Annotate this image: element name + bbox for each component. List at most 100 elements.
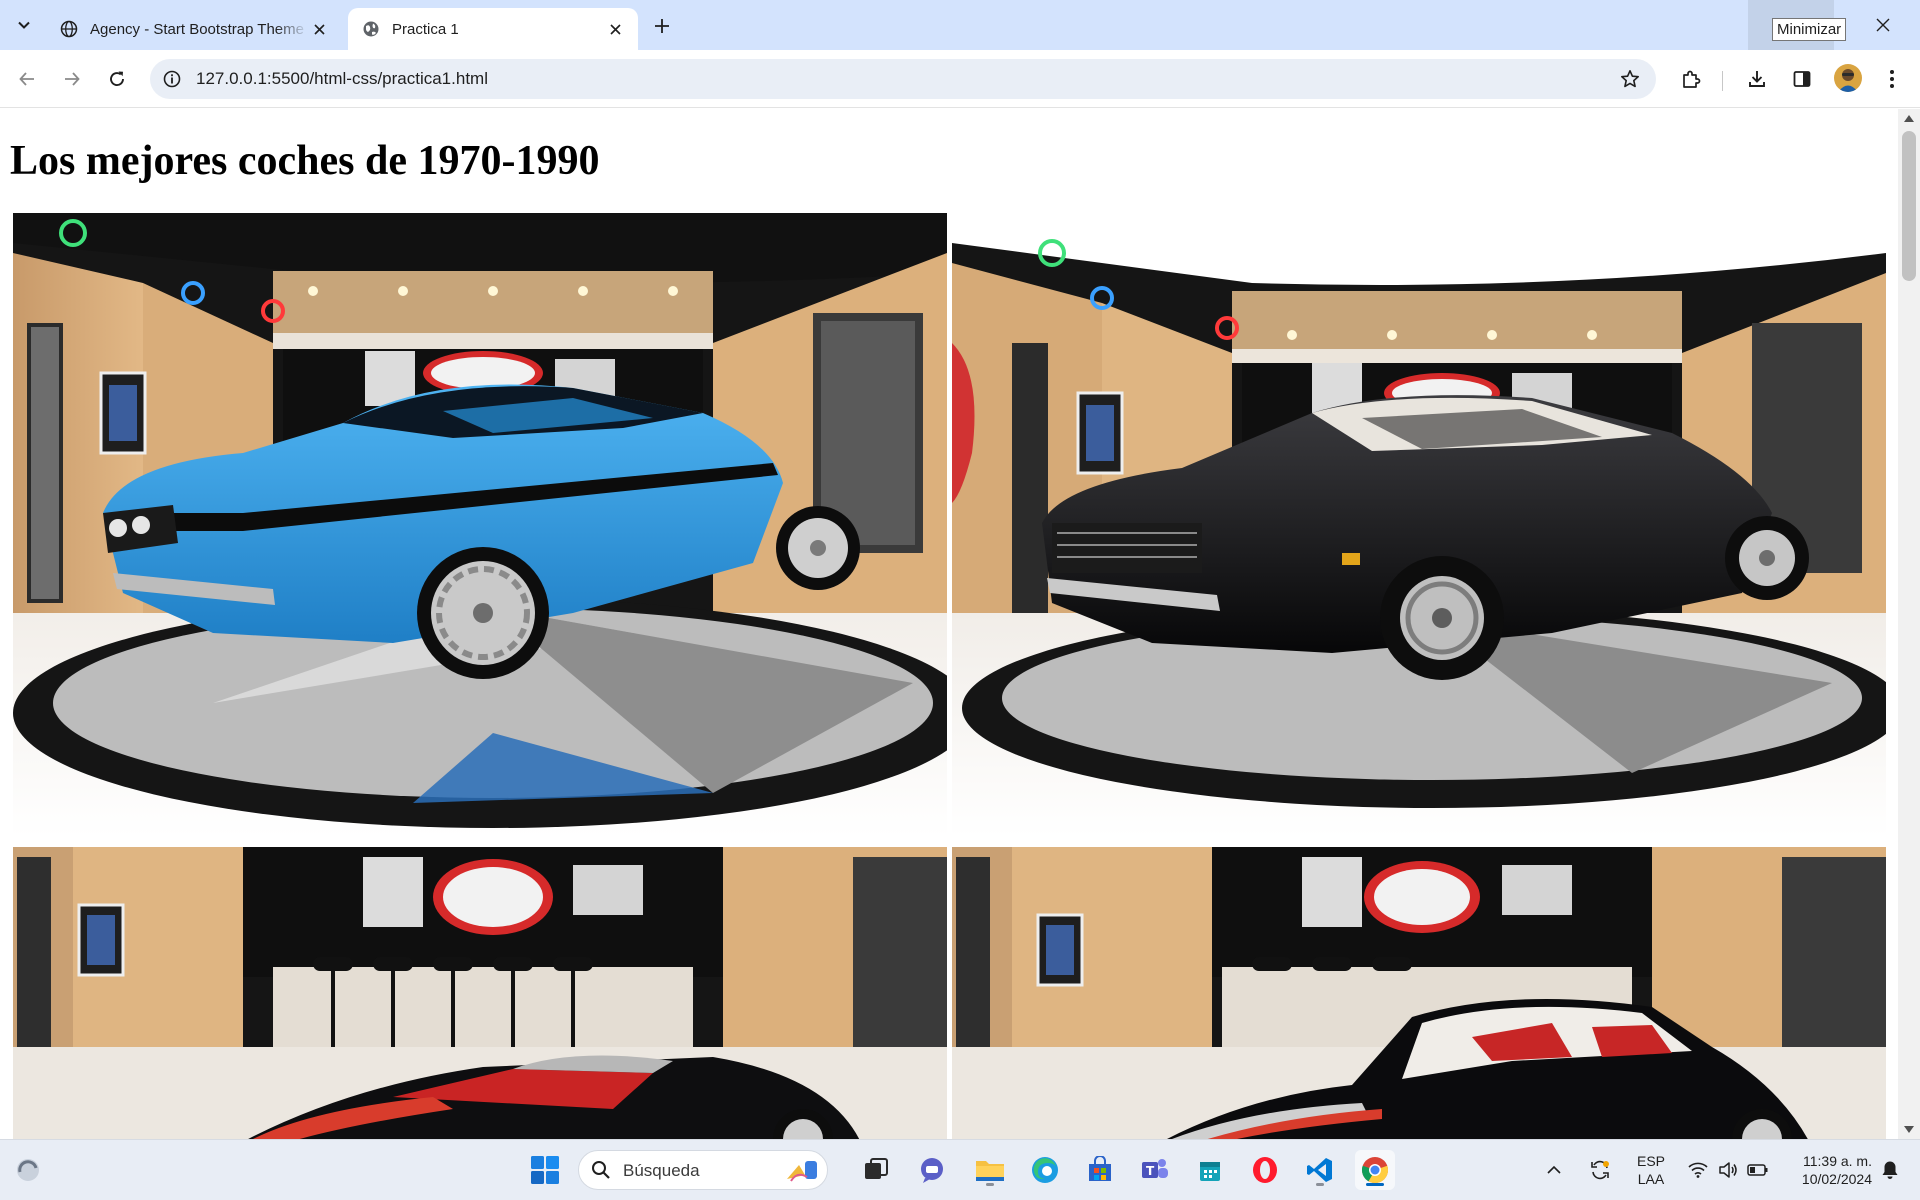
close-icon (609, 23, 621, 35)
car-photo-3-image (13, 847, 947, 1139)
car-photo-2 (952, 213, 1886, 837)
keyboard-layout: LAA (1637, 1171, 1665, 1187)
taskbar-search[interactable]: Búsqueda (578, 1150, 828, 1190)
tab-search-button[interactable] (8, 9, 40, 41)
bell-icon (1882, 1161, 1898, 1179)
input-language[interactable]: ESP LAA (1628, 1152, 1674, 1188)
info-icon (163, 70, 181, 88)
store-button[interactable] (1080, 1150, 1120, 1190)
globe-icon (60, 20, 78, 38)
search-highlight-icon (787, 1161, 817, 1182)
browser-toolbar: 127.0.0.1:5500/html-css/practica1.html (0, 50, 1920, 108)
kebab-menu-icon (1890, 70, 1894, 88)
tab-agency[interactable]: Agency - Start Bootstrap Theme (46, 8, 342, 50)
teams-icon: T (1142, 1159, 1168, 1178)
close-icon (1876, 18, 1890, 32)
downloads-button[interactable] (1739, 61, 1775, 97)
opera-button[interactable] (1245, 1150, 1285, 1190)
chevron-up-icon (1547, 1165, 1561, 1174)
vscode-button[interactable] (1300, 1150, 1340, 1190)
forward-button[interactable] (54, 61, 90, 97)
edge-button[interactable] (1025, 1150, 1065, 1190)
toolbar-divider (1722, 71, 1723, 91)
reload-button[interactable] (99, 61, 135, 97)
address-bar[interactable]: 127.0.0.1:5500/html-css/practica1.html (150, 59, 1656, 99)
edge-icon (1032, 1157, 1058, 1183)
download-icon (1749, 71, 1765, 87)
side-panel-button[interactable] (1784, 61, 1820, 97)
puzzle-icon (1683, 70, 1701, 88)
car-photo-4 (952, 847, 1886, 1139)
tab-title: Agency - Start Bootstrap Theme (90, 20, 304, 38)
running-indicator (1366, 1183, 1384, 1186)
car-photo-4-image (952, 847, 1886, 1139)
battery-icon (1747, 1164, 1768, 1176)
teams-button[interactable]: T (1135, 1150, 1175, 1190)
window-close-button[interactable] (1868, 10, 1898, 40)
scroll-up-arrow[interactable] (1904, 115, 1914, 122)
vscode-icon (1307, 1158, 1332, 1182)
task-view-button[interactable] (856, 1150, 896, 1190)
folder-icon (976, 1161, 1004, 1181)
back-button[interactable] (9, 61, 45, 97)
tab-practica-1[interactable]: Practica 1 (348, 8, 638, 50)
language-code: ESP (1636, 1153, 1665, 1169)
chrome-icon (1361, 1157, 1389, 1184)
chevron-down-icon (18, 21, 30, 29)
svg-text:T: T (1146, 1164, 1155, 1178)
store-icon (1089, 1156, 1111, 1181)
arrow-right-icon (65, 72, 80, 86)
arrow-left-icon (19, 72, 34, 86)
page-scrollbar[interactable] (1898, 109, 1920, 1139)
scroll-down-arrow[interactable] (1904, 1126, 1914, 1133)
opera-icon (1253, 1157, 1277, 1183)
file-explorer-button[interactable] (970, 1150, 1010, 1190)
car-photo-1 (13, 213, 947, 837)
menu-button[interactable] (1874, 61, 1910, 97)
scrollbar-thumb[interactable] (1902, 131, 1916, 281)
page-viewport: Los mejores coches de 1970-1990 (0, 109, 1898, 1139)
car-photo-2-image (952, 213, 1886, 837)
car-photo-1-image (13, 213, 947, 837)
search-placeholder: Búsqueda (623, 1161, 700, 1180)
search-icon (592, 1161, 610, 1179)
weather-widget-icon (17, 1159, 39, 1181)
task-view-icon (865, 1158, 888, 1179)
star-icon (1621, 70, 1639, 88)
running-indicator (1316, 1183, 1324, 1186)
chat-app-button[interactable] (912, 1150, 952, 1190)
outlook-button[interactable] (1190, 1150, 1230, 1190)
new-tab-button[interactable] (648, 12, 676, 40)
show-hidden-icons-button[interactable] (1542, 1150, 1566, 1190)
globe-icon (363, 21, 379, 37)
close-tab-button[interactable] (308, 18, 330, 40)
clock-time: 11:39 a. m. (1802, 1153, 1872, 1169)
profile-avatar[interactable] (1834, 64, 1862, 92)
plus-icon (655, 19, 669, 33)
url-text[interactable]: 127.0.0.1:5500/html-css/practica1.html (196, 69, 488, 89)
close-tab-button[interactable] (604, 18, 626, 40)
extensions-button[interactable] (1673, 61, 1709, 97)
sync-status-button[interactable] (1584, 1150, 1616, 1190)
windows-taskbar: Búsqueda T ESP LAA 11:39 a. m. 10/02/202… (0, 1139, 1920, 1200)
windows-icon (531, 1156, 559, 1184)
start-button[interactable] (525, 1150, 565, 1190)
wifi-button[interactable] (1682, 1150, 1714, 1190)
close-icon (313, 23, 325, 35)
chrome-button[interactable] (1355, 1150, 1395, 1190)
speaker-icon (1719, 1162, 1737, 1178)
browser-tabstrip: Agency - Start Bootstrap Theme Practica … (0, 0, 1920, 50)
wifi-icon (1688, 1162, 1708, 1178)
battery-button[interactable] (1742, 1150, 1774, 1190)
avatar-icon (1834, 64, 1862, 92)
notifications-button[interactable] (1874, 1150, 1906, 1190)
page-heading: Los mejores coches de 1970-1990 (10, 138, 600, 184)
chat-icon (921, 1158, 943, 1183)
bookmark-button[interactable] (1618, 67, 1642, 91)
volume-button[interactable] (1712, 1150, 1744, 1190)
running-indicator (986, 1183, 994, 1186)
site-info-button[interactable] (160, 67, 184, 91)
widgets-button[interactable] (8, 1150, 48, 1190)
clock[interactable]: 11:39 a. m. 10/02/2024 (1778, 1152, 1872, 1188)
tab-title: Practica 1 (392, 20, 459, 38)
